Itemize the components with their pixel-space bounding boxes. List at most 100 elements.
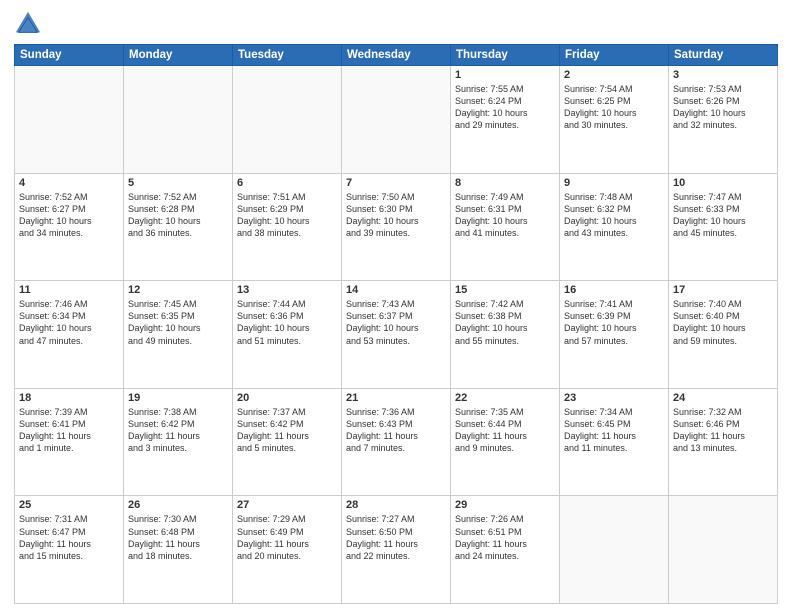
calendar-cell: 4 Sunrise: 7:52 AM Sunset: 6:27 PM Daylig…: [15, 173, 124, 281]
calendar-cell: [124, 66, 233, 174]
day-number: 29: [455, 499, 555, 511]
calendar-cell: 24 Sunrise: 7:32 AM Sunset: 6:46 PM Dayli…: [669, 388, 778, 496]
day-number: 5: [128, 177, 228, 189]
day-info: Sunrise: 7:35 AM Sunset: 6:44 PM Dayligh…: [455, 406, 555, 455]
calendar-cell: 12 Sunrise: 7:45 AM Sunset: 6:35 PM Dayli…: [124, 281, 233, 389]
day-number: 15: [455, 284, 555, 296]
day-info: Sunrise: 7:52 AM Sunset: 6:27 PM Dayligh…: [19, 191, 119, 240]
day-number: 11: [19, 284, 119, 296]
day-info: Sunrise: 7:29 AM Sunset: 6:49 PM Dayligh…: [237, 513, 337, 562]
calendar-cell: 8 Sunrise: 7:49 AM Sunset: 6:31 PM Daylig…: [451, 173, 560, 281]
day-number: 20: [237, 392, 337, 404]
calendar-cell: 28Sunrise: 7:27 AM Sunset: 6:50 PM Dayli…: [342, 496, 451, 604]
day-info: Sunrise: 7:34 AM Sunset: 6:45 PM Dayligh…: [564, 406, 664, 455]
day-info: Sunrise: 7:49 AM Sunset: 6:31 PM Dayligh…: [455, 191, 555, 240]
day-info: Sunrise: 7:38 AM Sunset: 6:42 PM Dayligh…: [128, 406, 228, 455]
day-number: 25: [19, 499, 119, 511]
calendar-cell: 25 Sunrise: 7:31 AM Sunset: 6:47 PM Dayli…: [15, 496, 124, 604]
calendar-cell: 10Sunrise: 7:47 AM Sunset: 6:33 PM Dayli…: [669, 173, 778, 281]
day-info: Sunrise: 7:55 AM Sunset: 6:24 PM Dayligh…: [455, 83, 555, 132]
calendar-week-4: 25 Sunrise: 7:31 AM Sunset: 6:47 PM Dayli…: [15, 496, 778, 604]
calendar-cell: 2 Sunrise: 7:54 AM Sunset: 6:25 PM Daylig…: [560, 66, 669, 174]
calendar-cell: [669, 496, 778, 604]
day-info: Sunrise: 7:43 AM Sunset: 6:37 PM Dayligh…: [346, 298, 446, 347]
calendar-week-3: 18 Sunrise: 7:39 AM Sunset: 6:41 PM Dayli…: [15, 388, 778, 496]
day-number: 6: [237, 177, 337, 189]
header: [14, 10, 778, 38]
day-header-thursday: Thursday: [451, 45, 560, 66]
calendar-cell: 15 Sunrise: 7:42 AM Sunset: 6:38 PM Dayli…: [451, 281, 560, 389]
day-info: Sunrise: 7:45 AM Sunset: 6:35 PM Dayligh…: [128, 298, 228, 347]
day-header-sunday: Sunday: [15, 45, 124, 66]
calendar-cell: 14 Sunrise: 7:43 AM Sunset: 6:37 PM Dayli…: [342, 281, 451, 389]
calendar-week-0: 1 Sunrise: 7:55 AM Sunset: 6:24 PM Daylig…: [15, 66, 778, 174]
calendar-cell: [15, 66, 124, 174]
day-info: Sunrise: 7:47 AM Sunset: 6:33 PM Dayligh…: [673, 191, 773, 240]
day-info: Sunrise: 7:36 AM Sunset: 6:43 PM Dayligh…: [346, 406, 446, 455]
calendar-cell: 21Sunrise: 7:36 AM Sunset: 6:43 PM Dayli…: [342, 388, 451, 496]
day-header-wednesday: Wednesday: [342, 45, 451, 66]
day-number: 23: [564, 392, 664, 404]
day-number: 8: [455, 177, 555, 189]
calendar-cell: 27 Sunrise: 7:29 AM Sunset: 6:49 PM Dayli…: [233, 496, 342, 604]
day-info: Sunrise: 7:46 AM Sunset: 6:34 PM Dayligh…: [19, 298, 119, 347]
day-number: 2: [564, 69, 664, 81]
day-number: 3: [673, 69, 773, 81]
day-info: Sunrise: 7:41 AM Sunset: 6:39 PM Dayligh…: [564, 298, 664, 347]
day-number: 9: [564, 177, 664, 189]
day-header-monday: Monday: [124, 45, 233, 66]
day-number: 24: [673, 392, 773, 404]
calendar-cell: 3 Sunrise: 7:53 AM Sunset: 6:26 PM Daylig…: [669, 66, 778, 174]
calendar-cell: [342, 66, 451, 174]
day-number: 26: [128, 499, 228, 511]
calendar-cell: 9Sunrise: 7:48 AM Sunset: 6:32 PM Daylig…: [560, 173, 669, 281]
calendar-cell: [233, 66, 342, 174]
calendar-header-row: SundayMondayTuesdayWednesdayThursdayFrid…: [15, 45, 778, 66]
day-number: 22: [455, 392, 555, 404]
calendar-cell: 6 Sunrise: 7:51 AM Sunset: 6:29 PM Daylig…: [233, 173, 342, 281]
day-header-tuesday: Tuesday: [233, 45, 342, 66]
day-info: Sunrise: 7:37 AM Sunset: 6:42 PM Dayligh…: [237, 406, 337, 455]
calendar-cell: 1 Sunrise: 7:55 AM Sunset: 6:24 PM Daylig…: [451, 66, 560, 174]
day-number: 7: [346, 177, 446, 189]
main-container: SundayMondayTuesdayWednesdayThursdayFrid…: [0, 0, 792, 612]
logo-icon: [14, 10, 42, 38]
day-info: Sunrise: 7:42 AM Sunset: 6:38 PM Dayligh…: [455, 298, 555, 347]
day-number: 4: [19, 177, 119, 189]
day-number: 17: [673, 284, 773, 296]
calendar-cell: 19 Sunrise: 7:38 AM Sunset: 6:42 PM Dayli…: [124, 388, 233, 496]
calendar-cell: 23 Sunrise: 7:34 AM Sunset: 6:45 PM Dayli…: [560, 388, 669, 496]
day-header-saturday: Saturday: [669, 45, 778, 66]
calendar-cell: 5 Sunrise: 7:52 AM Sunset: 6:28 PM Daylig…: [124, 173, 233, 281]
calendar-week-1: 4 Sunrise: 7:52 AM Sunset: 6:27 PM Daylig…: [15, 173, 778, 281]
calendar-cell: 18 Sunrise: 7:39 AM Sunset: 6:41 PM Dayli…: [15, 388, 124, 496]
day-info: Sunrise: 7:30 AM Sunset: 6:48 PM Dayligh…: [128, 513, 228, 562]
day-info: Sunrise: 7:52 AM Sunset: 6:28 PM Dayligh…: [128, 191, 228, 240]
calendar-cell: 17 Sunrise: 7:40 AM Sunset: 6:40 PM Dayli…: [669, 281, 778, 389]
day-number: 13: [237, 284, 337, 296]
calendar-cell: 26 Sunrise: 7:30 AM Sunset: 6:48 PM Dayli…: [124, 496, 233, 604]
day-info: Sunrise: 7:40 AM Sunset: 6:40 PM Dayligh…: [673, 298, 773, 347]
day-info: Sunrise: 7:51 AM Sunset: 6:29 PM Dayligh…: [237, 191, 337, 240]
day-number: 1: [455, 69, 555, 81]
calendar-cell: 11 Sunrise: 7:46 AM Sunset: 6:34 PM Dayli…: [15, 281, 124, 389]
day-info: Sunrise: 7:32 AM Sunset: 6:46 PM Dayligh…: [673, 406, 773, 455]
day-header-friday: Friday: [560, 45, 669, 66]
day-info: Sunrise: 7:39 AM Sunset: 6:41 PM Dayligh…: [19, 406, 119, 455]
day-number: 27: [237, 499, 337, 511]
logo: [14, 10, 46, 38]
day-info: Sunrise: 7:53 AM Sunset: 6:26 PM Dayligh…: [673, 83, 773, 132]
day-number: 19: [128, 392, 228, 404]
day-info: Sunrise: 7:31 AM Sunset: 6:47 PM Dayligh…: [19, 513, 119, 562]
day-info: Sunrise: 7:44 AM Sunset: 6:36 PM Dayligh…: [237, 298, 337, 347]
day-info: Sunrise: 7:54 AM Sunset: 6:25 PM Dayligh…: [564, 83, 664, 132]
day-number: 12: [128, 284, 228, 296]
calendar-cell: 7 Sunrise: 7:50 AM Sunset: 6:30 PM Daylig…: [342, 173, 451, 281]
day-info: Sunrise: 7:50 AM Sunset: 6:30 PM Dayligh…: [346, 191, 446, 240]
calendar-cell: 20 Sunrise: 7:37 AM Sunset: 6:42 PM Dayli…: [233, 388, 342, 496]
day-number: 18: [19, 392, 119, 404]
day-number: 16: [564, 284, 664, 296]
day-number: 14: [346, 284, 446, 296]
day-info: Sunrise: 7:26 AM Sunset: 6:51 PM Dayligh…: [455, 513, 555, 562]
calendar-cell: 22 Sunrise: 7:35 AM Sunset: 6:44 PM Dayli…: [451, 388, 560, 496]
